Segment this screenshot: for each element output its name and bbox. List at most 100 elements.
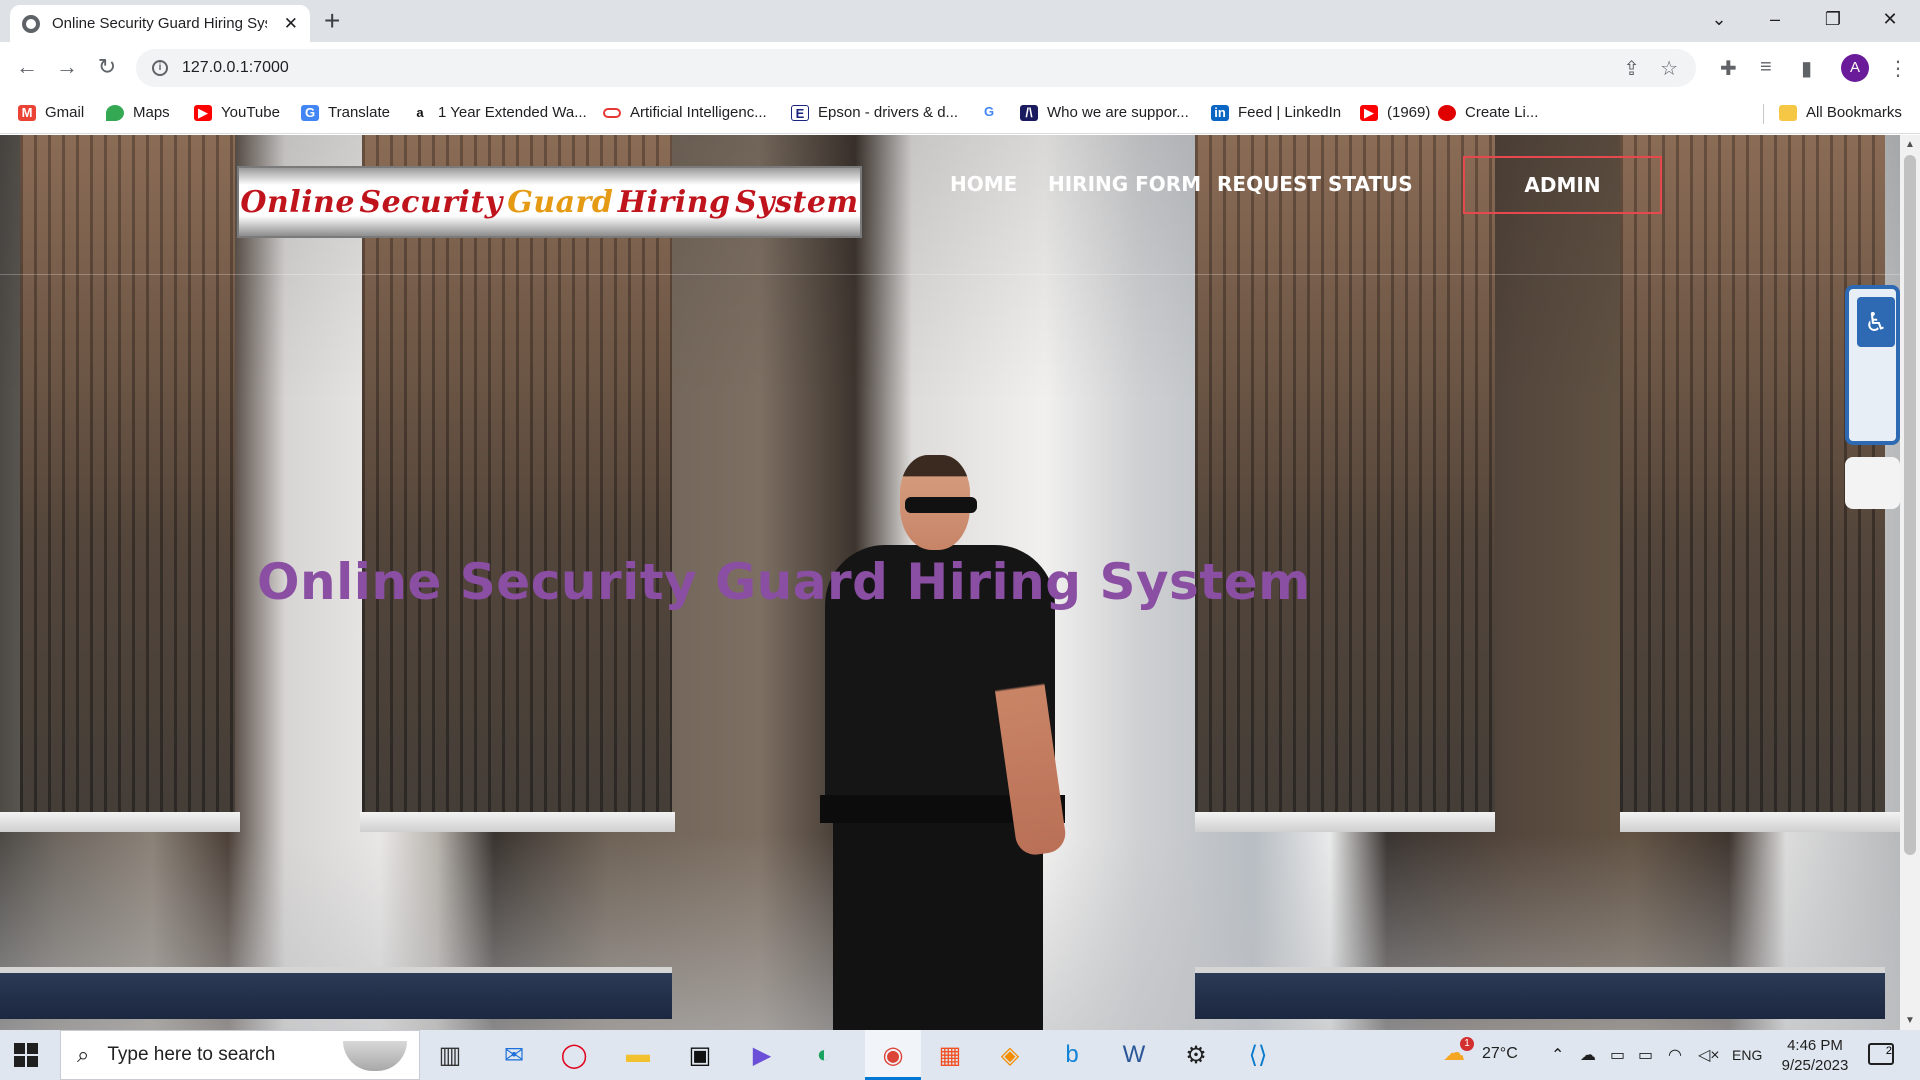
nav-home[interactable]: HOME — [950, 172, 1017, 196]
bing-icon[interactable]: b — [1054, 1038, 1090, 1072]
google-icon: G — [980, 104, 998, 120]
side-panel-icon[interactable]: ▮ — [1801, 56, 1812, 81]
page-scrollbar[interactable]: ▲ ▼ — [1900, 135, 1920, 1030]
taskbar-clock[interactable]: 4:46 PM 9/25/2023 — [1770, 1036, 1860, 1076]
site-logo[interactable]: Online Security Guard Hiring System — [237, 166, 862, 238]
copilot-icon[interactable]: ▶ — [744, 1038, 780, 1072]
epson-icon: E — [791, 104, 809, 121]
brave-icon[interactable]: ◈ — [992, 1038, 1028, 1072]
nav-admin-button[interactable]: ADMIN — [1463, 156, 1662, 214]
task-view-icon[interactable]: ▥ — [432, 1038, 468, 1072]
notification-icon[interactable]: 2 — [1868, 1043, 1894, 1065]
windows-taskbar: ⌕ Type here to search ▥ ✉ ◯ ▬ ▣ ▶ ◐ ◉ ▦ … — [0, 1030, 1920, 1080]
tab-active[interactable]: Online Security Guard Hiring Sys ✕ — [10, 5, 310, 42]
reload-button[interactable]: ↻ — [92, 54, 122, 80]
edge-icon[interactable]: ◐ — [806, 1038, 842, 1072]
site-info-icon[interactable]: i — [152, 60, 168, 76]
all-bookmarks[interactable]: All Bookmarks — [1779, 104, 1902, 121]
search-icon: ⌕ — [77, 1042, 90, 1067]
volume-icon[interactable]: ◁× — [1698, 1045, 1720, 1065]
taskbar-search[interactable]: ⌕ Type here to search — [60, 1030, 420, 1080]
globe-icon — [22, 14, 40, 33]
translate-icon: G — [301, 104, 319, 121]
settings-gear-icon[interactable]: ⚙ — [1178, 1038, 1214, 1072]
hero-title: Online Security Guard Hiring System — [257, 553, 1311, 611]
clock-time: 4:46 PM — [1787, 1037, 1843, 1054]
scroll-up-icon[interactable]: ▲ — [1905, 139, 1915, 150]
bookmark-maps[interactable]: Maps — [106, 104, 170, 121]
youtube-icon: ▶ — [1360, 104, 1378, 121]
amazon-icon: a — [411, 104, 429, 121]
onedrive-icon[interactable]: ☁ — [1580, 1045, 1596, 1065]
tab-strip: Online Security Guard Hiring Sys ✕ + ⌄ –… — [0, 0, 1920, 42]
file-explorer-icon[interactable]: ▬ — [620, 1038, 656, 1072]
background-window — [1195, 135, 1495, 815]
close-window-button[interactable]: ✕ — [1865, 4, 1915, 34]
reading-list-icon[interactable]: ≡ — [1760, 56, 1772, 79]
search-placeholder: Type here to search — [107, 1044, 276, 1065]
bookmark-translate[interactable]: G Translate — [301, 104, 390, 121]
chevron-up-icon[interactable]: ⌃ — [1551, 1045, 1564, 1065]
page-viewport: ♿ Online Security Guard Hiring System HO… — [0, 135, 1900, 1030]
windows-start-icon[interactable] — [14, 1043, 38, 1067]
mail-icon[interactable]: ✉ — [496, 1038, 532, 1072]
new-tab-button[interactable]: + — [324, 6, 340, 36]
bookmark-youtube[interactable]: ▶ YouTube — [194, 104, 280, 121]
back-button[interactable]: ← — [12, 54, 42, 80]
bookmark-ai[interactable]: Artificial Intelligenc... — [603, 104, 767, 121]
meet-now-icon[interactable]: ▭ — [1610, 1045, 1625, 1065]
bookmarks-bar: M Gmail Maps ▶ YouTube G Translate a 1 Y… — [0, 94, 1920, 134]
ms-store-icon[interactable]: ▦ — [932, 1038, 968, 1072]
weather-temp[interactable]: 27°C — [1482, 1045, 1518, 1063]
browser-toolbar: ← → ↻ i 127.0.0.1:7000 ⇪ ☆ ✚ ≡ ▮ A ⋮ — [0, 42, 1920, 94]
parking-sign: ♿ — [1845, 285, 1900, 445]
bookmark-create[interactable]: Create Li... — [1438, 104, 1538, 121]
folder-icon — [1779, 104, 1797, 121]
lower-window — [1195, 967, 1885, 1019]
scroll-down-icon[interactable]: ▼ — [1905, 1015, 1915, 1026]
bookmark-who-we-are[interactable]: /\ Who we are suppor... — [1020, 104, 1189, 121]
extensions-icon[interactable]: ✚ — [1720, 56, 1737, 81]
bookmark-youtube-1969[interactable]: ▶ (1969) — [1360, 104, 1430, 121]
bookmark-linkedin[interactable]: in Feed | LinkedIn — [1211, 104, 1341, 121]
word-icon[interactable]: W — [1116, 1038, 1152, 1072]
close-tab-icon[interactable]: ✕ — [284, 14, 298, 34]
window-sill — [360, 812, 675, 832]
maps-icon — [106, 104, 124, 121]
bookmark-star-icon[interactable]: ☆ — [1660, 56, 1678, 81]
restore-button[interactable]: ❐ — [1808, 4, 1858, 34]
minimize-button[interactable]: – — [1750, 4, 1800, 34]
oracle-icon — [603, 107, 621, 118]
sign-post — [1845, 457, 1900, 509]
profile-avatar[interactable]: A — [1841, 54, 1869, 82]
clock-date: 9/25/2023 — [1781, 1057, 1849, 1074]
scrollbar-thumb[interactable] — [1904, 155, 1916, 855]
bookmark-google[interactable]: G — [980, 104, 1007, 120]
linkedin-icon: in — [1211, 104, 1229, 121]
menu-icon[interactable]: ⋮ — [1888, 56, 1908, 81]
nav-hiring-form[interactable]: HIRING FORM — [1048, 172, 1201, 196]
lower-window — [0, 967, 672, 1019]
window-sill — [1620, 812, 1900, 832]
gmail-icon: M — [18, 104, 36, 121]
address-bar[interactable]: i 127.0.0.1:7000 ⇪ ☆ — [136, 49, 1696, 87]
nav-request-status[interactable]: REQUEST STATUS — [1217, 172, 1413, 196]
tab-search-icon[interactable]: ⌄ — [1694, 4, 1744, 34]
record-icon — [1438, 104, 1456, 121]
share-icon[interactable]: ⇪ — [1623, 56, 1640, 81]
vscode-icon[interactable]: ⟨⟩ — [1240, 1038, 1276, 1072]
tab-title: Online Security Guard Hiring Sys — [52, 15, 267, 32]
bookmark-epson[interactable]: E Epson - drivers & d... — [791, 104, 958, 121]
wifi-icon[interactable]: ◠ — [1668, 1045, 1682, 1065]
opera-icon[interactable]: ◯ — [556, 1038, 592, 1072]
chrome-icon[interactable]: ◉ — [875, 1038, 911, 1072]
bookmarks-divider — [1763, 104, 1764, 124]
intellij-icon[interactable]: ▣ — [682, 1038, 718, 1072]
window-sill — [1195, 812, 1495, 832]
bookmark-amazon[interactable]: a 1 Year Extended Wa... — [411, 104, 587, 121]
language-indicator[interactable]: ENG — [1732, 1047, 1762, 1063]
forward-button[interactable]: → — [52, 54, 82, 80]
header-divider — [0, 274, 1900, 275]
battery-icon[interactable]: ▭ — [1638, 1045, 1653, 1065]
bookmark-gmail[interactable]: M Gmail — [18, 104, 84, 121]
